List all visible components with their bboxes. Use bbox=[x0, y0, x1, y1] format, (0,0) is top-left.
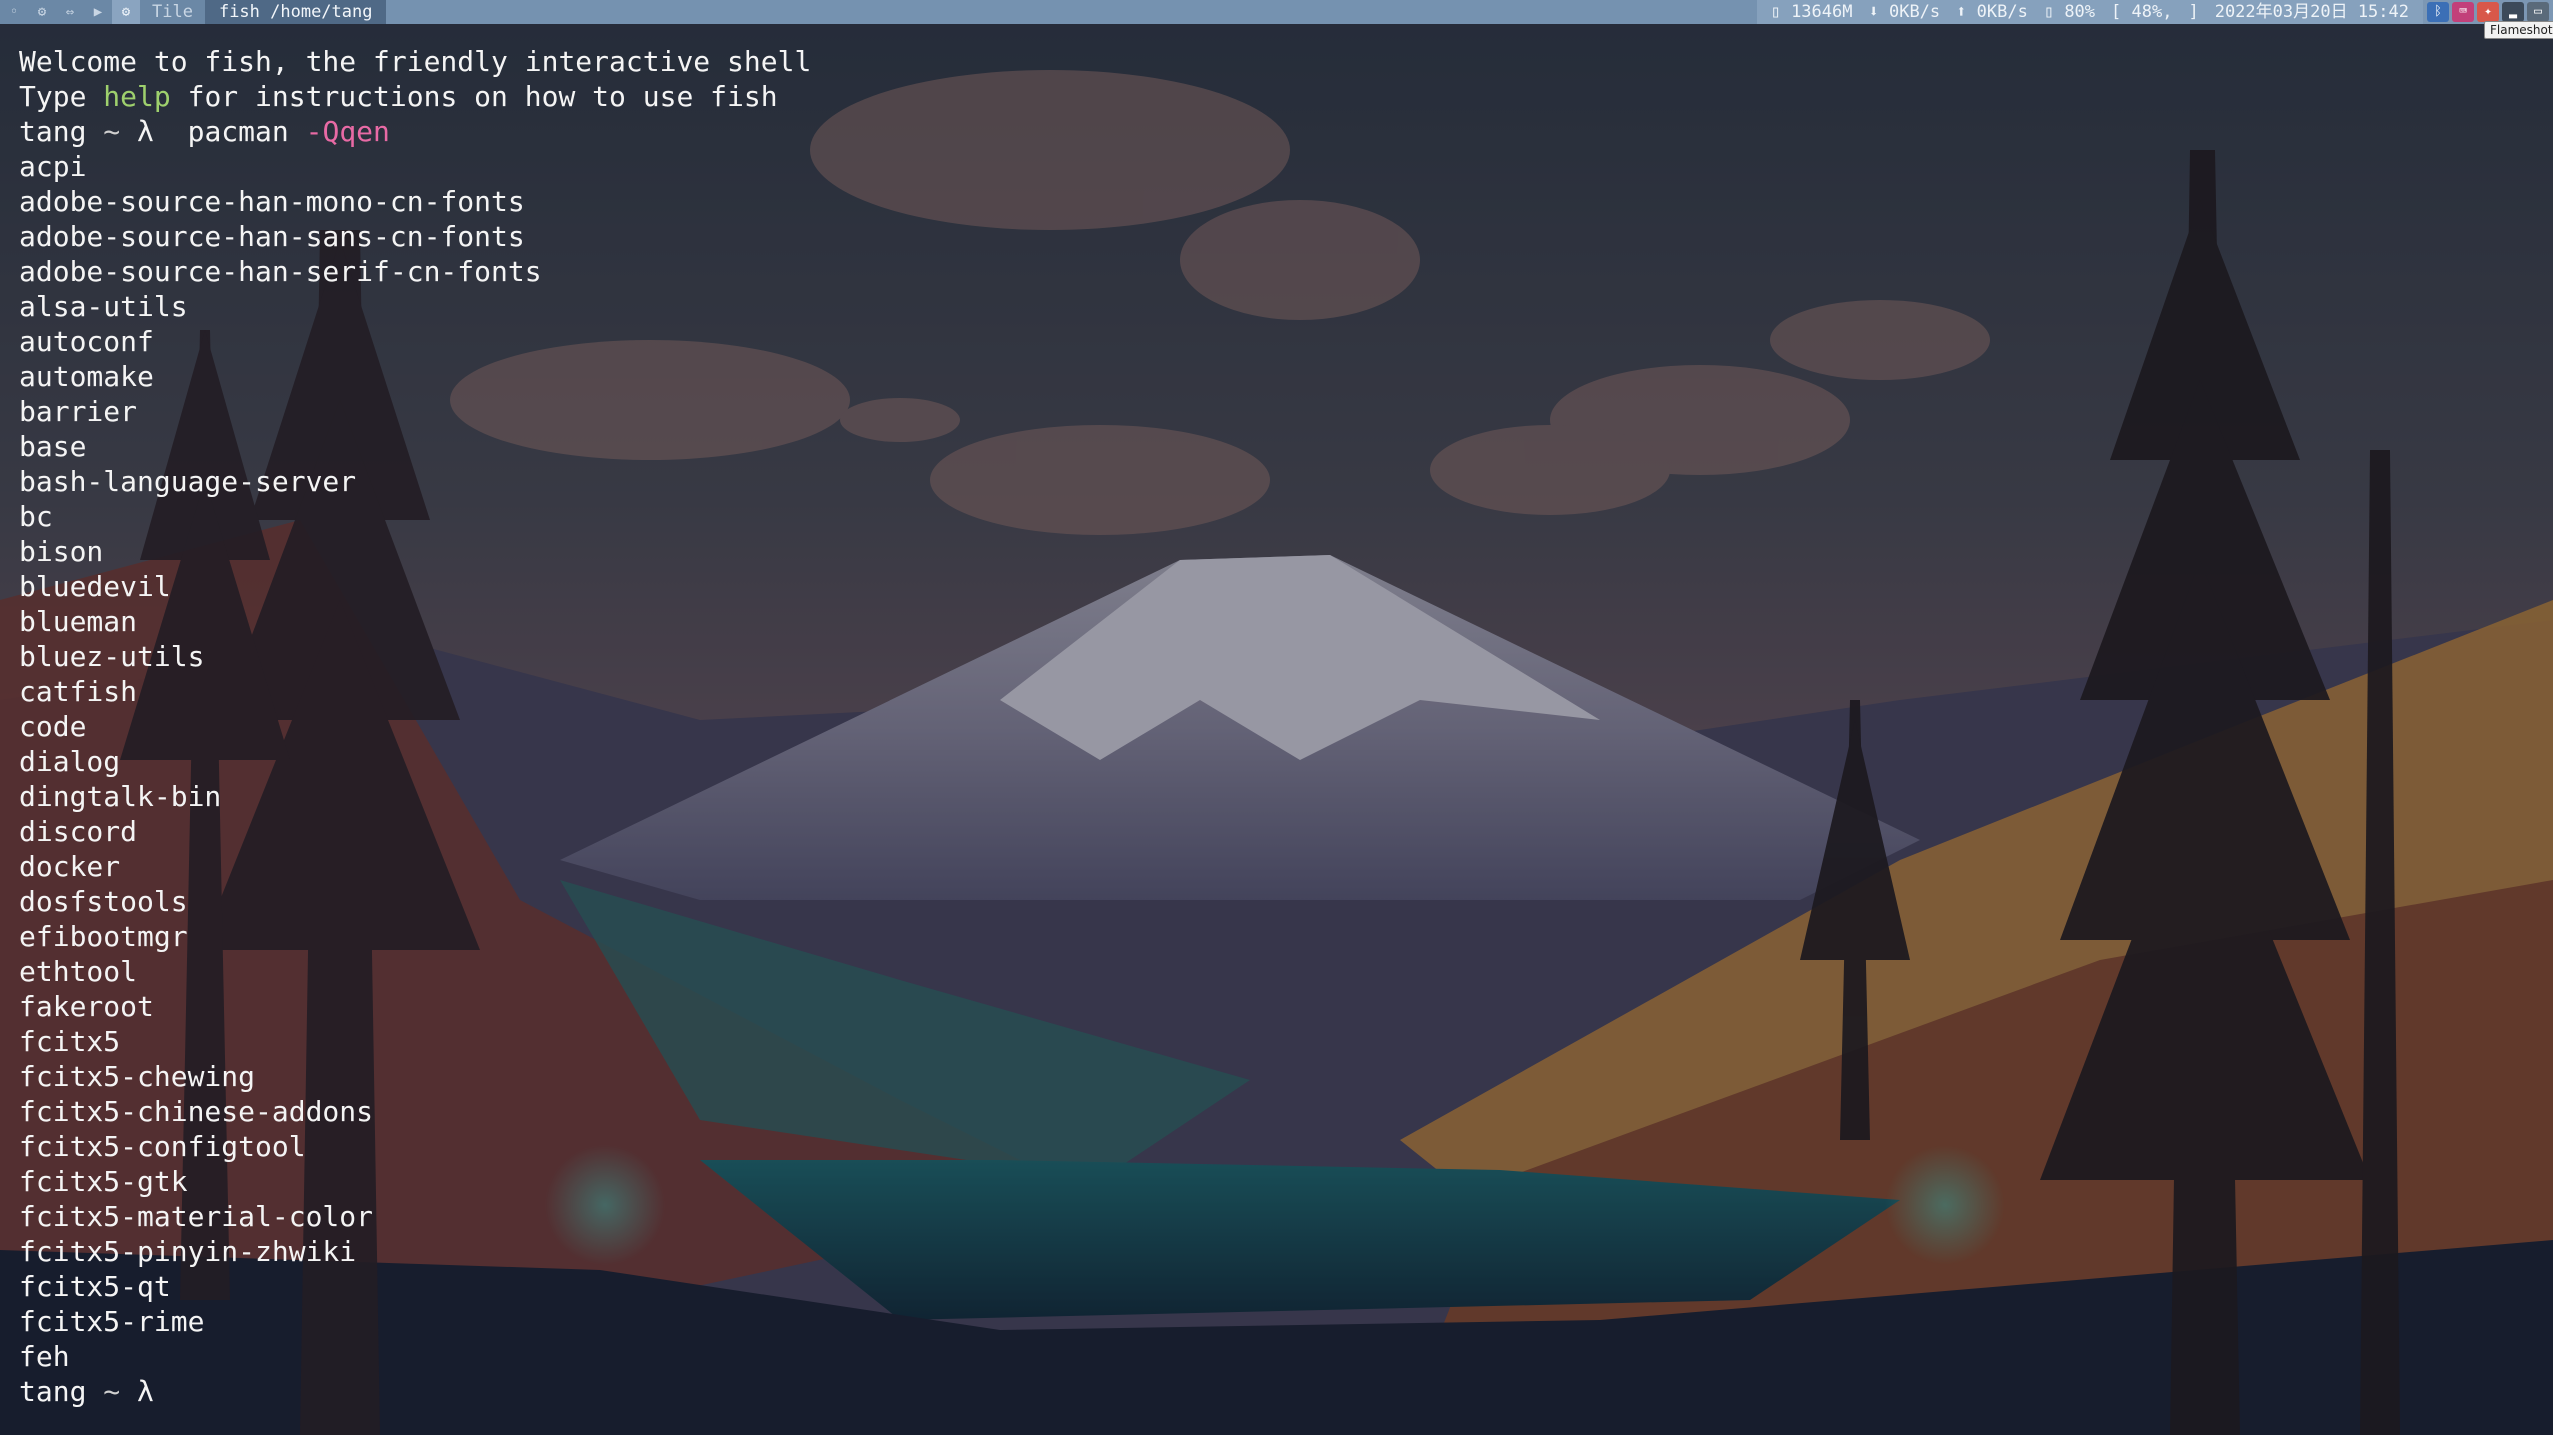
window-title: fish /home/tang bbox=[204, 0, 387, 24]
command-name: pacman bbox=[187, 115, 289, 148]
flameshot-icon[interactable]: ✦ bbox=[2477, 2, 2499, 22]
package-line: fcitx5-rime bbox=[19, 1305, 205, 1338]
package-line: autoconf bbox=[19, 325, 154, 358]
top-bar: ◦ ⚙ ⇔ ▶ ⚙ Tile fish /home/tang ▯ 13646M … bbox=[0, 0, 2553, 24]
package-line: dosfstools bbox=[19, 885, 188, 918]
volume-status[interactable]: ▯ 80% bbox=[2044, 0, 2095, 24]
help-line: Type help for instructions on how to use… bbox=[19, 80, 778, 113]
package-line: automake bbox=[19, 360, 154, 393]
prompt-dir: ~ bbox=[103, 1375, 121, 1408]
package-line: dialog bbox=[19, 745, 121, 778]
clock[interactable]: 2022年03月20日 15:42 bbox=[2215, 0, 2409, 24]
circle-icon[interactable]: ◦ bbox=[0, 0, 28, 24]
prompt-symbol: λ bbox=[137, 1375, 154, 1408]
network-icon[interactable]: ▂ bbox=[2502, 2, 2524, 22]
package-line: base bbox=[19, 430, 87, 463]
download-status: ⬇ 0KB/s bbox=[1868, 2, 1941, 22]
package-line: bison bbox=[19, 535, 104, 568]
battery-status: [ 48%, bbox=[2111, 2, 2173, 22]
display-icon[interactable]: ▭ bbox=[2527, 2, 2549, 22]
package-line: feh bbox=[19, 1340, 70, 1373]
title-bar-spacer bbox=[386, 0, 1757, 24]
prompt-user: tang bbox=[19, 115, 87, 148]
package-line: blueman bbox=[19, 605, 138, 638]
fcitx-icon[interactable]: ⌨ bbox=[2452, 2, 2474, 22]
package-line: fcitx5-chewing bbox=[19, 1060, 256, 1093]
package-line: adobe-source-han-sans-cn-fonts bbox=[19, 220, 525, 253]
active-tag-icon[interactable]: ⚙ bbox=[112, 0, 140, 24]
layout-indicator[interactable]: Tile bbox=[140, 0, 205, 24]
status-area: ▯ 13646M ⬇ 0KB/s ⬆ 0KB/s ▯ 80% [ 48%, ] … bbox=[1756, 0, 2423, 24]
package-line: discord bbox=[19, 815, 138, 848]
package-line: bluez-utils bbox=[19, 640, 205, 673]
package-line: fcitx5-material-color bbox=[19, 1200, 374, 1233]
link-icon[interactable]: ⇔ bbox=[56, 0, 84, 24]
prompt-dir: ~ bbox=[103, 115, 121, 148]
package-line: fakeroot bbox=[19, 990, 154, 1023]
desktop-screen: ◦ ⚙ ⇔ ▶ ⚙ Tile fish /home/tang ▯ 13646M … bbox=[0, 0, 2553, 1435]
package-line: dingtalk-bin bbox=[19, 780, 222, 813]
package-line: fcitx5-pinyin-zhwiki bbox=[19, 1235, 357, 1268]
package-line: ethtool bbox=[19, 955, 138, 988]
package-line: acpi bbox=[19, 150, 87, 183]
current-prompt[interactable]: tang ~ λ bbox=[19, 1374, 2553, 1409]
package-line: efibootmgr bbox=[19, 920, 188, 953]
package-line: bash-language-server bbox=[19, 465, 357, 498]
package-line: adobe-source-han-serif-cn-fonts bbox=[19, 255, 542, 288]
volume-icon: ▯ bbox=[2043, 2, 2065, 22]
upload-status: ⬆ 0KB/s bbox=[1956, 2, 2028, 22]
battery-bracket: ] bbox=[2188, 2, 2199, 22]
flameshot-tooltip: Flameshot bbox=[2484, 21, 2553, 39]
package-line: adobe-source-han-mono-cn-fonts bbox=[19, 185, 525, 218]
package-line: fcitx5-chinese-addons bbox=[19, 1095, 374, 1128]
package-line: docker bbox=[19, 850, 121, 883]
package-line: fcitx5-gtk bbox=[19, 1165, 188, 1198]
package-line: bluedevil bbox=[19, 570, 171, 603]
package-line: code bbox=[19, 710, 87, 743]
memory-status: ▯ 13646M bbox=[1770, 2, 1853, 22]
package-line: bc bbox=[19, 500, 53, 533]
package-list: acpi adobe-source-han-mono-cn-fonts adobe-… bbox=[19, 149, 2553, 1374]
terminal-window[interactable]: Welcome to fish, the friendly interactiv… bbox=[0, 44, 2553, 1435]
greeting-line: Welcome to fish, the friendly interactiv… bbox=[19, 45, 812, 78]
command-line: tang ~ λ pacman -Qqen bbox=[19, 114, 2553, 149]
play-icon[interactable]: ▶ bbox=[84, 0, 112, 24]
package-line: catfish bbox=[19, 675, 138, 708]
gear-icon[interactable]: ⚙ bbox=[28, 0, 56, 24]
bluetooth-icon[interactable]: ᛒ bbox=[2427, 2, 2449, 22]
package-line: fcitx5-configtool bbox=[19, 1130, 306, 1163]
prompt-user: tang bbox=[19, 1375, 87, 1408]
help-keyword: help bbox=[103, 80, 171, 113]
package-line: barrier bbox=[19, 395, 138, 428]
package-line: fcitx5-qt bbox=[19, 1270, 171, 1303]
upload-icon: ⬆ bbox=[1956, 2, 1977, 22]
memory-icon: ▯ bbox=[1770, 2, 1792, 22]
command-flag: -Qqen bbox=[305, 115, 390, 148]
package-line: fcitx5 bbox=[19, 1025, 121, 1058]
prompt-symbol: λ bbox=[137, 115, 154, 148]
package-line: alsa-utils bbox=[19, 290, 188, 323]
download-icon: ⬇ bbox=[1868, 2, 1889, 22]
